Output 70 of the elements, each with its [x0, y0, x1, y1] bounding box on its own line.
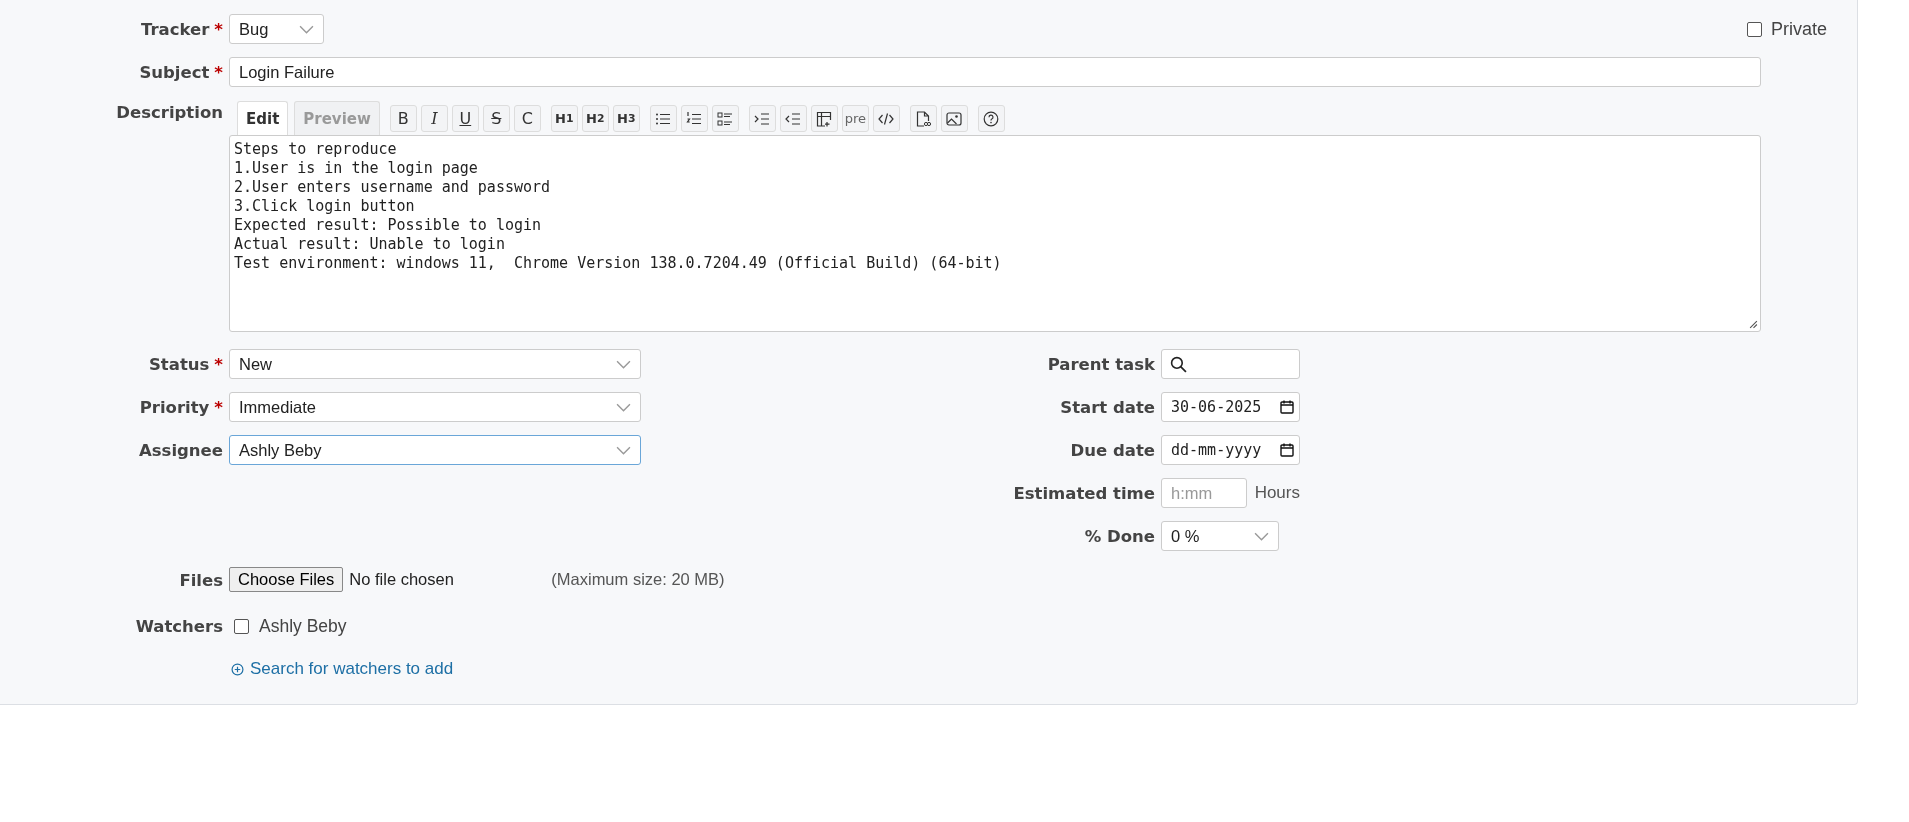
field-label: Tracker: [141, 19, 210, 39]
watcher-checkbox[interactable]: [234, 618, 249, 634]
file-status: No file chosen: [349, 570, 455, 589]
calendar-icon: [1280, 400, 1294, 414]
field-label: Priority: [139, 397, 210, 417]
chevron-icon: [616, 402, 631, 412]
dropdown-select[interactable]: New: [229, 349, 641, 379]
tracker-select[interactable]: Bug: [229, 14, 324, 44]
chevron-icon: [1254, 531, 1269, 541]
field-label: Parent task: [1047, 354, 1155, 374]
size-note: (Maximum size: 20 MB): [551, 570, 725, 589]
field-label: Due date: [1070, 440, 1155, 460]
parent-task-field[interactable]: [1161, 349, 1300, 379]
required-mark: *: [214, 397, 223, 417]
file-link-icon: [915, 110, 932, 127]
field-label: % Done: [1084, 526, 1155, 546]
plus-circle-icon: [231, 662, 244, 676]
description-textarea[interactable]: Steps to reproduce 1.User is in the login page 2.User enters username and password 3.Click login button Expected result: Possible to login Actual result: Unable to login Test environment: windows 11, Chrome Version 138.0.7204.49 (Official Build) (64-bit): [229, 135, 1761, 332]
toolbar-button[interactable]: C: [513, 105, 541, 132]
choose-files-button[interactable]: Choose Files: [229, 567, 344, 592]
toolbar-button[interactable]: I: [420, 105, 448, 132]
toolbar-button[interactable]: [649, 105, 677, 132]
table-icon: [816, 110, 833, 127]
field-label: Estimated time: [1013, 483, 1155, 503]
subject-field[interactable]: Login Failure: [229, 57, 1761, 87]
field-label: Description: [116, 103, 223, 122]
private-label: Private: [1770, 18, 1827, 40]
private-checkbox[interactable]: [1746, 21, 1762, 37]
watcher-name: Ashly Beby: [259, 615, 347, 637]
dropdown-select[interactable]: Ashly Beby: [229, 435, 641, 465]
toolbar-button[interactable]: pre: [841, 105, 869, 132]
date-field[interactable]: 30-06-2025: [1161, 392, 1300, 422]
calendar-icon: [1280, 443, 1294, 457]
image-icon: [946, 110, 963, 127]
checklist-icon: [717, 110, 734, 127]
field-label: Assignee: [139, 440, 223, 460]
unit-label: Hours: [1254, 483, 1300, 503]
toolbar-button[interactable]: [977, 105, 1005, 132]
field-label: Files: [179, 571, 223, 590]
field-label: Subject: [139, 62, 210, 82]
chevron-icon: [299, 24, 314, 34]
chevron-icon: [616, 359, 631, 369]
search-icon: [1170, 355, 1187, 373]
resize-grip-icon: [1749, 320, 1758, 329]
field-label: Status: [149, 354, 210, 374]
toolbar-button[interactable]: [711, 105, 739, 132]
toolbar-button[interactable]: [909, 105, 937, 132]
toolbar-button[interactable]: U: [451, 105, 479, 132]
percent-done-select[interactable]: 0 %: [1161, 521, 1279, 551]
chevron-icon: [616, 445, 631, 455]
field-label: Watchers: [135, 616, 223, 636]
help-icon: [983, 110, 1000, 127]
indent-icon: [754, 110, 771, 127]
toolbar-button[interactable]: [940, 105, 968, 132]
required-mark: *: [214, 19, 223, 39]
numbered-list-icon: [686, 110, 703, 127]
editor-tab[interactable]: Edit: [237, 101, 289, 135]
toolbar-button[interactable]: S: [482, 105, 510, 132]
toolbar-button[interactable]: [680, 105, 708, 132]
required-mark: *: [214, 354, 223, 374]
outdent-icon: [785, 110, 802, 127]
add-watchers-link[interactable]: Search for watchers to add: [231, 659, 454, 679]
toolbar-button[interactable]: B: [389, 105, 417, 132]
code-tag-icon: [878, 110, 895, 127]
toolbar-button[interactable]: [872, 105, 900, 132]
date-field[interactable]: dd-mm-yyyy: [1161, 435, 1300, 465]
dropdown-select[interactable]: Immediate: [229, 392, 641, 422]
field-label: Start date: [1060, 397, 1155, 417]
required-mark: *: [214, 62, 223, 82]
toolbar-button[interactable]: [810, 105, 838, 132]
